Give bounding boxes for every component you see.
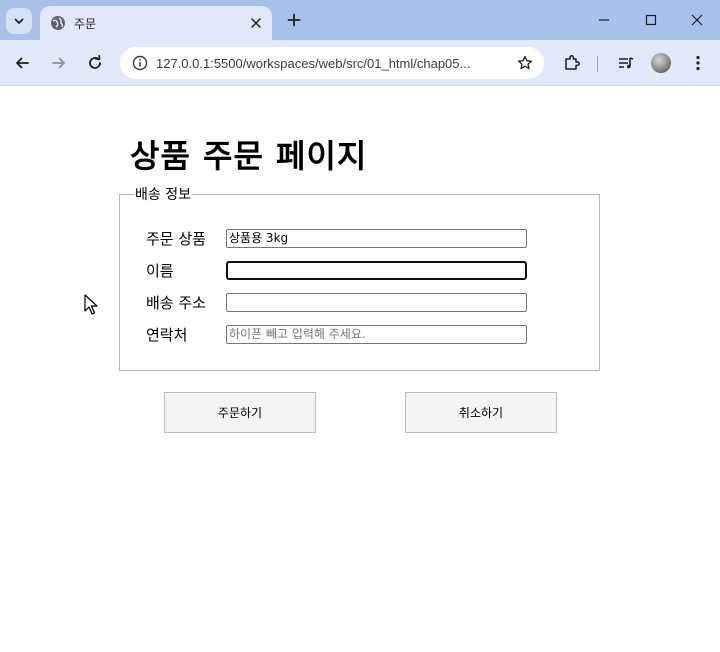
minimize-icon <box>599 19 609 21</box>
address-label: 배송 주소 <box>146 293 206 312</box>
arrow-right-icon <box>52 57 65 69</box>
product-input[interactable]: 상품용 3kg <box>226 228 527 248</box>
product-row: 주문 상품 상품용 3kg <box>146 227 527 249</box>
name-label: 이름 <box>146 261 174 280</box>
tab-search-button[interactable] <box>6 8 32 34</box>
tab-strip: 주문 <box>0 0 720 40</box>
back-button[interactable] <box>8 49 36 77</box>
minimize-button[interactable] <box>584 4 624 36</box>
name-input[interactable] <box>226 260 527 280</box>
cancel-button[interactable]: 취소하기 <box>405 392 557 433</box>
phone-label: 연락처 <box>146 325 188 344</box>
globe-icon <box>50 15 66 31</box>
kebab-menu-icon <box>696 55 700 71</box>
product-label: 주문 상품 <box>146 229 206 248</box>
media-queue-icon <box>619 57 634 69</box>
extensions-button[interactable] <box>558 49 586 77</box>
close-icon <box>691 14 703 26</box>
arrow-left-icon <box>16 57 29 69</box>
phone-input[interactable]: 하이픈 빼고 입력해 주세요. <box>226 324 527 344</box>
reload-button[interactable] <box>81 49 109 77</box>
puzzle-icon <box>565 55 580 70</box>
phone-row: 연락처 하이픈 빼고 입력해 주세요. <box>146 323 527 345</box>
star-icon[interactable] <box>516 54 534 72</box>
address-row: 배송 주소 <box>146 291 527 313</box>
info-icon[interactable] <box>132 55 148 71</box>
new-tab-button[interactable] <box>284 10 304 30</box>
url-text[interactable]: 127.0.0.1:5500/workspaces/web/src/01_htm… <box>156 56 516 71</box>
toolbar-separator <box>597 56 598 72</box>
close-icon[interactable] <box>248 15 264 31</box>
forward-button[interactable] <box>45 49 73 77</box>
reload-icon <box>89 55 101 69</box>
chevron-down-icon <box>14 18 24 24</box>
menu-button[interactable] <box>684 49 712 77</box>
name-row: 이름 <box>146 259 527 281</box>
order-button[interactable]: 주문하기 <box>164 392 316 433</box>
avatar[interactable] <box>651 53 671 73</box>
fieldset-legend: 배송 정보 <box>135 187 191 203</box>
page-content: 상품 주문 페이지 배송 정보 주문 상품 상품용 3kg 이름 배송 주소 연… <box>0 87 720 652</box>
browser-toolbar: 127.0.0.1:5500/workspaces/web/src/01_htm… <box>0 40 720 86</box>
media-controls-button[interactable] <box>612 49 640 77</box>
address-bar[interactable]: 127.0.0.1:5500/workspaces/web/src/01_htm… <box>120 47 544 79</box>
tab-title: 주문 <box>74 16 97 31</box>
page-title: 상품 주문 페이지 <box>130 137 368 175</box>
close-window-button[interactable] <box>677 4 717 36</box>
mouse-pointer-icon <box>84 294 98 315</box>
address-input[interactable] <box>226 292 527 312</box>
plus-icon <box>287 13 301 27</box>
browser-tab[interactable]: 주문 <box>40 6 272 40</box>
maximize-button[interactable] <box>631 4 671 36</box>
maximize-icon <box>645 14 657 26</box>
